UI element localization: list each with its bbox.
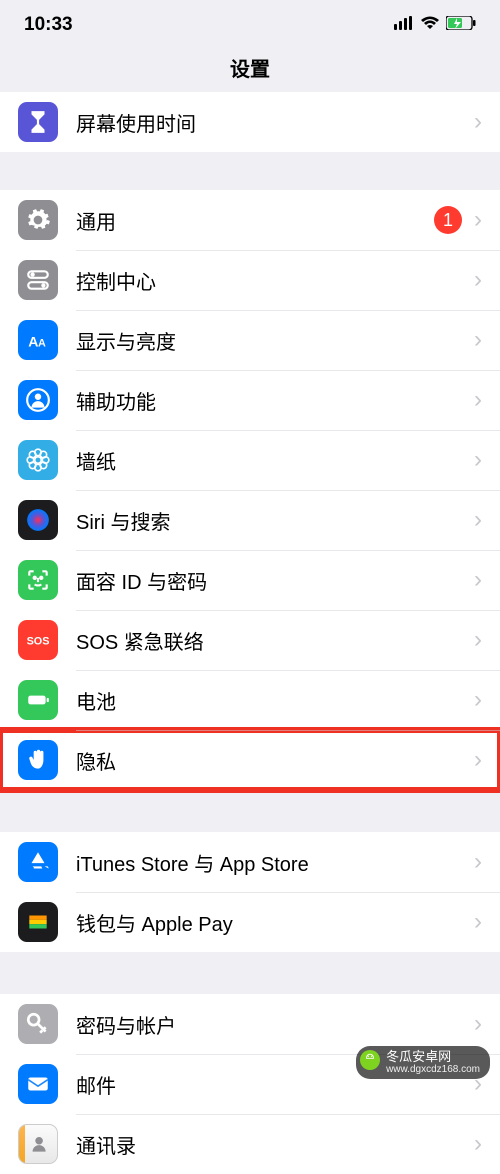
row-faceid[interactable]: 面容 ID 与密码›	[0, 550, 500, 610]
row-screen-time[interactable]: 屏幕使用时间›	[0, 92, 500, 152]
chevron-right-icon: ›	[474, 688, 482, 712]
status-icons	[394, 14, 476, 36]
row-label: 面容 ID 与密码	[76, 566, 474, 595]
chevron-right-icon: ›	[474, 208, 482, 232]
row-label: 通讯录	[76, 1130, 474, 1159]
chevron-right-icon: ›	[474, 748, 482, 772]
row-general[interactable]: 通用1 ›	[0, 190, 500, 250]
chevron-right-icon: ›	[474, 1132, 482, 1156]
chevron-right-icon: ›	[474, 268, 482, 292]
row-label: 电池	[76, 686, 474, 715]
row-contacts[interactable]: 通讯录›	[0, 1114, 500, 1174]
chevron-right-icon: ›	[474, 448, 482, 472]
row-accessibility[interactable]: 辅助功能›	[0, 370, 500, 430]
row-label: iTunes Store 与 App Store	[76, 848, 474, 877]
faceid-icon	[18, 560, 58, 600]
chevron-right-icon: ›	[474, 1012, 482, 1036]
row-wallet[interactable]: 钱包与 Apple Pay›	[0, 892, 500, 952]
wifi-icon	[420, 14, 440, 36]
siri-icon	[18, 500, 58, 540]
gear-icon	[18, 200, 58, 240]
aa-icon: AA	[18, 320, 58, 360]
hand-icon	[18, 740, 58, 780]
key-icon	[18, 1004, 58, 1044]
chevron-right-icon: ›	[474, 628, 482, 652]
svg-text:SOS: SOS	[27, 635, 50, 647]
row-label: 显示与亮度	[76, 326, 474, 355]
signal-icon	[394, 14, 414, 36]
mail-icon	[18, 1064, 58, 1104]
row-label: 隐私	[76, 746, 474, 775]
chevron-right-icon: ›	[474, 328, 482, 352]
row-siri[interactable]: Siri 与搜索›	[0, 490, 500, 550]
svg-text:A: A	[28, 334, 38, 350]
row-label: 控制中心	[76, 266, 474, 295]
row-battery[interactable]: 电池›	[0, 670, 500, 730]
sos-icon: SOS	[18, 620, 58, 660]
row-wallpaper[interactable]: 墙纸›	[0, 430, 500, 490]
notification-badge: 1	[434, 206, 462, 234]
svg-text:A: A	[38, 338, 46, 350]
wallet-icon	[18, 902, 58, 942]
chevron-right-icon: ›	[474, 388, 482, 412]
status-time: 10:33	[24, 14, 73, 36]
status-bar: 10:33	[0, 0, 500, 50]
row-label: 屏幕使用时间	[76, 108, 474, 137]
row-label: 钱包与 Apple Pay	[76, 908, 474, 937]
row-control-center[interactable]: 控制中心›	[0, 250, 500, 310]
watermark: 冬瓜安卓网 www.dgxcdz168.com	[356, 1046, 490, 1079]
row-label: SOS 紧急联络	[76, 626, 474, 655]
watermark-name: 冬瓜安卓网	[386, 1050, 480, 1064]
row-label: Siri 与搜索	[76, 506, 474, 535]
chevron-right-icon: ›	[474, 110, 482, 134]
row-itunes[interactable]: iTunes Store 与 App Store›	[0, 832, 500, 892]
appstore-icon	[18, 842, 58, 882]
contacts-icon	[18, 1124, 58, 1164]
page-title: 设置	[0, 50, 500, 92]
hourglass-icon	[18, 102, 58, 142]
person-icon	[18, 380, 58, 420]
row-display[interactable]: AA 显示与亮度›	[0, 310, 500, 370]
row-label: 墙纸	[76, 446, 474, 475]
row-label: 通用	[76, 206, 434, 235]
row-privacy[interactable]: 隐私›	[0, 730, 500, 790]
watermark-url: www.dgxcdz168.com	[386, 1064, 480, 1075]
switches-icon	[18, 260, 58, 300]
battery-icon	[446, 14, 476, 36]
flower-icon	[18, 440, 58, 480]
battery-icon	[18, 680, 58, 720]
row-label: 辅助功能	[76, 386, 474, 415]
chevron-right-icon: ›	[474, 508, 482, 532]
android-icon	[360, 1050, 380, 1070]
chevron-right-icon: ›	[474, 568, 482, 592]
row-sos[interactable]: SOS SOS 紧急联络›	[0, 610, 500, 670]
chevron-right-icon: ›	[474, 910, 482, 934]
row-label: 密码与帐户	[76, 1010, 474, 1039]
chevron-right-icon: ›	[474, 850, 482, 874]
